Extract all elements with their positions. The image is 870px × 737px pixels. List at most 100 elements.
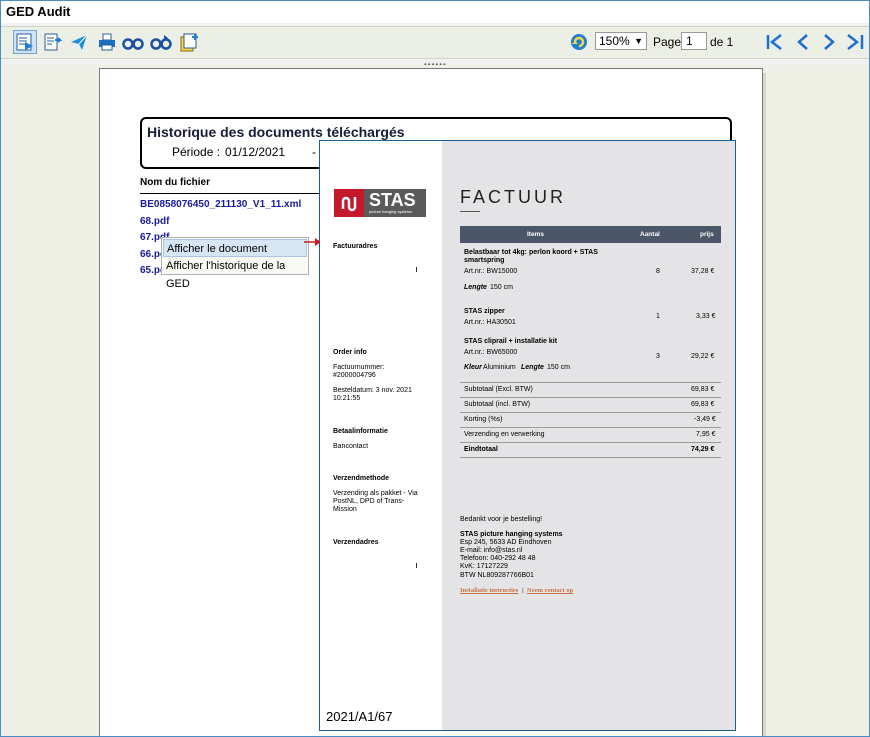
- find-next-button[interactable]: [149, 30, 173, 54]
- last-page-icon: [847, 34, 864, 50]
- item-qty: 3: [656, 353, 660, 360]
- items-table-header: Items Aantal prijs: [460, 226, 721, 243]
- printer-icon: [99, 33, 115, 51]
- item-option-label: Kleur: [464, 364, 482, 371]
- binoculars-next-icon: [150, 35, 172, 50]
- company-email: E-mail: info@stas.nl: [460, 547, 523, 554]
- chevron-down-icon: ▼: [634, 36, 643, 46]
- item-option-value: 150 cm: [547, 364, 570, 371]
- item-art: Art.nr.: BW15000: [464, 268, 518, 275]
- invoice-number-label: Factuurnummer:: [333, 364, 385, 371]
- zoom-select[interactable]: 150% ▼: [595, 32, 647, 50]
- shipping-method-line: Verzending als pakket - Via: [333, 490, 418, 497]
- logo-mark: [334, 189, 364, 217]
- toolbar: 150% ▼ Page 1 de 1: [1, 26, 869, 59]
- last-page-button[interactable]: [843, 30, 867, 54]
- file-link[interactable]: BE0858076450_211130_V1_11.xml: [140, 199, 301, 210]
- contact-link[interactable]: Neem contact op: [527, 587, 573, 594]
- document-add-icon: [180, 33, 198, 52]
- period-start: 01/12/2021: [225, 145, 286, 159]
- shipping-address-label: Verzendadres: [333, 539, 379, 546]
- col-price: prijs: [700, 231, 714, 238]
- export-icon: [44, 33, 63, 51]
- print-button[interactable]: [95, 30, 119, 54]
- billing-address-label: Factuuradres: [333, 243, 378, 250]
- shipping-method-label: Verzendmethode: [333, 475, 390, 482]
- item-art: Art.nr.: HA30501: [464, 319, 516, 326]
- header-divider: [140, 193, 320, 194]
- billing-address-mark: [416, 267, 417, 272]
- paper-plane-icon: [71, 34, 88, 50]
- company-name: STAS picture hanging systems: [460, 531, 563, 538]
- shipping-method-line: PostNL, DPD of Trans-: [333, 498, 405, 505]
- order-time: 10:21:55: [333, 395, 361, 402]
- item-name: STAS cliprail + installatie kit: [464, 338, 558, 345]
- totals-divider: [460, 397, 721, 398]
- period-separator: -: [312, 145, 316, 159]
- first-page-icon: [766, 34, 782, 50]
- company-btw: BTW NL809287766B01: [460, 572, 534, 579]
- link-separator: |: [522, 587, 524, 594]
- item-price: 29,22 €: [691, 353, 715, 360]
- send-button[interactable]: [67, 30, 91, 54]
- item-name: smartspring: [464, 257, 505, 264]
- next-page-button[interactable]: [817, 30, 841, 54]
- totals-divider: [460, 427, 721, 428]
- totals-divider: [460, 442, 721, 443]
- app-window: GED Audit 150% ▼ Page 1 de 1 Historique …: [0, 0, 870, 737]
- new-document-button[interactable]: [177, 30, 201, 54]
- document-map-button[interactable]: [13, 30, 37, 54]
- chevron-left-icon: [797, 34, 808, 50]
- document-map-icon: [16, 33, 33, 51]
- item-price: 37,28 €: [691, 268, 715, 275]
- item-name: Belastbaar tot 4kg: perlon koord + STAS: [464, 249, 598, 256]
- item-option-value: 150 cm: [490, 284, 513, 291]
- totals-divider: [460, 457, 721, 458]
- subtotal-excl-label: Subtotaal (Excl. BTW): [464, 386, 533, 393]
- report-title: Historique des documents téléchargés: [147, 124, 405, 140]
- discount-label: Korting (%s): [464, 416, 503, 423]
- thanks-text: Bedankt voor je bestelling!: [460, 516, 543, 523]
- invoice-number: #2000004796: [333, 372, 376, 379]
- page-number-input[interactable]: 1: [681, 32, 707, 50]
- payment-value: Bancontact: [333, 443, 369, 450]
- totals-divider: [460, 382, 721, 383]
- item-name: STAS zipper: [464, 308, 505, 315]
- zoom-value: 150%: [599, 34, 630, 48]
- company-address: Esp 245, 5633 AD Eindhoven: [460, 539, 552, 546]
- document-reference: 2021/A1/67: [326, 709, 393, 724]
- item-option-label: Lengte: [521, 364, 544, 371]
- discount-value: -3,49 €: [694, 416, 716, 423]
- shipping-label: Verzending en verwerking: [464, 431, 545, 438]
- filename-column-header: Nom du fichier: [140, 177, 211, 188]
- refresh-button[interactable]: [567, 30, 591, 54]
- menu-item-show-history[interactable]: Afficher l'historique de la GED: [163, 257, 307, 290]
- total-value: 74,29 €: [691, 446, 715, 453]
- title-bar: GED Audit: [1, 1, 869, 23]
- logo-text: STAS: [369, 190, 416, 210]
- subtotal-incl-label: Subtotaal (incl. BTW): [464, 401, 531, 408]
- col-qty: Aantal: [640, 231, 660, 238]
- page-count-label: de 1: [710, 35, 734, 49]
- shipping-address-mark: [416, 563, 417, 568]
- previous-page-button[interactable]: [791, 30, 815, 54]
- file-link[interactable]: 68.pdf: [140, 216, 169, 227]
- item-art: Art.nr.: BW65000: [464, 349, 518, 356]
- subtotal-incl-value: 69,83 €: [691, 401, 715, 408]
- context-menu: Afficher le document Afficher l'historiq…: [161, 237, 309, 290]
- refresh-icon: [571, 34, 587, 50]
- export-button[interactable]: [41, 30, 65, 54]
- menu-item-show-document[interactable]: Afficher le document: [163, 239, 307, 257]
- item-option-label: Lengte: [464, 284, 487, 291]
- item-option-value: Aluminium: [483, 364, 516, 371]
- shipping-method-line: Mission: [333, 506, 357, 513]
- app-title: GED Audit: [6, 4, 71, 19]
- find-button[interactable]: [121, 30, 145, 54]
- logo-subtitle: picture hanging systems: [369, 209, 413, 214]
- install-instructions-link[interactable]: Installatie instructies: [460, 587, 518, 594]
- item-price: 3,33 €: [696, 313, 716, 320]
- page-label: Page: [653, 35, 682, 49]
- logo-symbol-icon: [341, 196, 357, 212]
- order-info-label: Order info: [333, 349, 367, 356]
- first-page-button[interactable]: [763, 30, 787, 54]
